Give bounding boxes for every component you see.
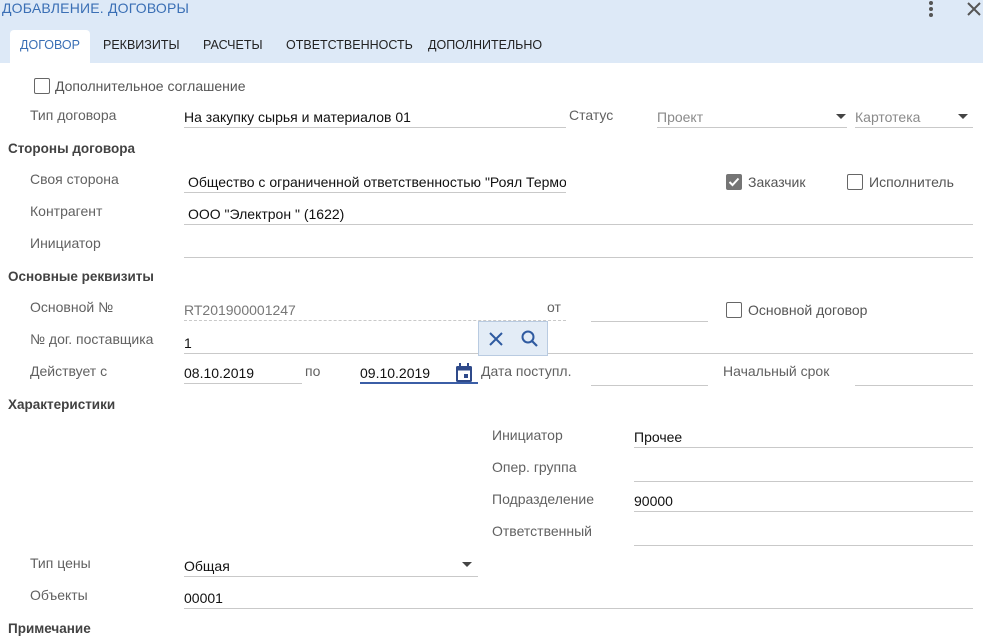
clear-icon[interactable] <box>487 330 505 348</box>
main-contract-label: Основной договор <box>748 302 868 318</box>
executor-checkbox[interactable] <box>847 174 863 190</box>
tab-additional[interactable]: ДОПОЛНИТЕЛЬНО <box>418 30 552 63</box>
responsible-label: Ответственный <box>492 523 592 539</box>
receipt-date-field[interactable] <box>591 364 708 386</box>
own-side-label: Своя сторона <box>30 171 119 187</box>
initiator-label: Инициатор <box>492 427 563 443</box>
main-number-field[interactable]: RT201900001247 <box>184 299 566 321</box>
initiator-field[interactable]: Прочее <box>634 426 973 448</box>
main-contract-checkbox[interactable] <box>726 302 742 318</box>
department-label: Подразделение <box>492 491 595 507</box>
close-icon[interactable] <box>963 0 983 20</box>
from-date-field[interactable] <box>591 300 708 322</box>
responsible-field[interactable] <box>634 524 973 546</box>
card-index-select[interactable]: Картотека <box>855 106 973 128</box>
supplier-number-field[interactable]: 1 <box>184 332 973 354</box>
more-vert-icon[interactable] <box>921 0 941 18</box>
objects-label: Объекты <box>30 587 88 603</box>
initial-term-label: Начальный срок <box>723 363 830 379</box>
check-icon <box>728 177 740 187</box>
valid-to-label: по <box>305 363 321 379</box>
initiator-party-label: Инициатор <box>30 235 101 251</box>
calendar-icon[interactable] <box>454 362 474 384</box>
status-select[interactable]: Проект <box>657 106 847 128</box>
objects-field[interactable]: 00001 <box>184 587 973 609</box>
own-side-field[interactable]: Общество с ограниченной ответственностью… <box>184 171 566 193</box>
customer-label: Заказчик <box>748 174 806 190</box>
initial-term-field[interactable] <box>855 364 973 386</box>
contract-type-label: Тип договора <box>30 107 117 123</box>
executor-label: Исполнитель <box>869 174 954 190</box>
chevron-down-icon[interactable] <box>462 562 472 567</box>
oper-group-field[interactable] <box>634 460 973 482</box>
tab-contract[interactable]: ДОГОВОР <box>10 30 90 63</box>
supplementary-checkbox[interactable] <box>34 78 50 94</box>
contract-type-field[interactable]: На закупку сырья и материалов 01 <box>184 106 566 128</box>
tab-responsibility[interactable]: ОТВЕТСТВЕННОСТЬ <box>276 30 423 63</box>
supplementary-label: Дополнительное соглашение <box>55 78 246 94</box>
supplier-number-label: № дог. поставщика <box>30 331 154 347</box>
counterparty-label: Контрагент <box>30 203 103 219</box>
tab-requisites[interactable]: РЕКВИЗИТЫ <box>93 30 190 63</box>
search-icon[interactable] <box>520 329 540 349</box>
oper-group-label: Опер. группа <box>492 459 577 475</box>
price-type-select[interactable]: Общая <box>184 555 478 577</box>
from-label: от <box>547 299 561 315</box>
dialog-header: ДОБАВЛЕНИЕ. ДОГОВОРЫ ДОГОВОР РЕКВИЗИТЫ Р… <box>0 0 983 63</box>
section-main-requisites: Основные реквизиты <box>8 269 154 284</box>
chevron-down-icon[interactable] <box>836 114 846 119</box>
field-actions <box>478 321 548 356</box>
chevron-down-icon[interactable] <box>958 114 968 119</box>
counterparty-field[interactable]: ООО "Электрон " (1622) <box>184 203 973 225</box>
department-field[interactable]: 90000 <box>634 490 973 512</box>
tab-payments[interactable]: РАСЧЕТЫ <box>193 30 273 63</box>
customer-checkbox[interactable] <box>726 174 742 190</box>
dialog-title: ДОБАВЛЕНИЕ. ДОГОВОРЫ <box>2 0 190 16</box>
main-number-label: Основной № <box>30 299 114 315</box>
status-label: Статус <box>569 107 614 123</box>
price-type-label: Тип цены <box>30 555 91 571</box>
receipt-date-label: Дата поступл. <box>481 363 572 379</box>
section-characteristics: Характеристики <box>8 397 116 412</box>
valid-from-field[interactable]: 08.10.2019 <box>184 362 302 384</box>
initiator-party-field[interactable] <box>184 236 973 258</box>
valid-from-label: Действует с <box>30 363 108 379</box>
section-parties: Стороны договора <box>8 141 135 156</box>
